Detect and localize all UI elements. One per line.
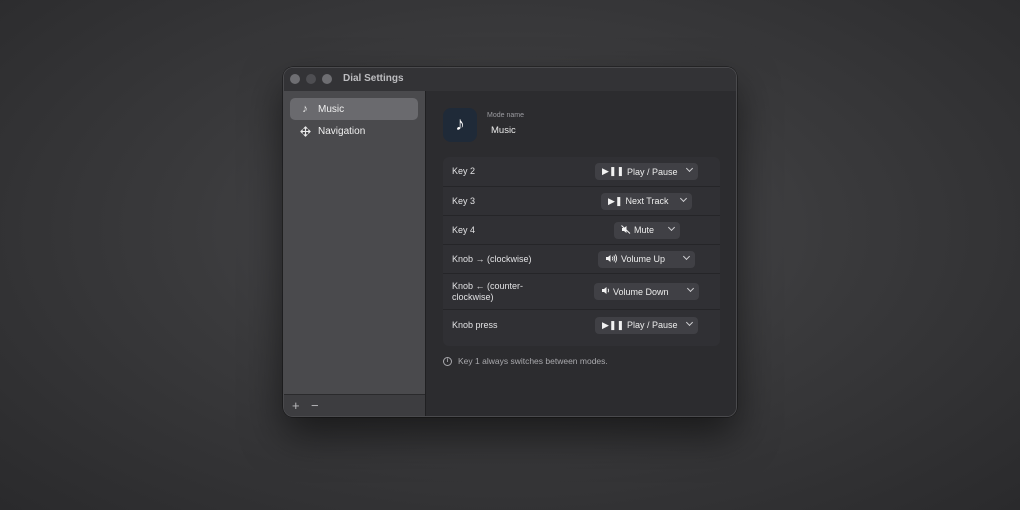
action-label: Mute [634,225,655,235]
sidebar-item-label: Music [318,103,345,115]
input-label: Knob ← (counter-clockwise) [452,280,524,302]
table-row: Knob → (clockwise) Volume Up [443,245,720,274]
action-dropdown[interactable]: ▶❚❚ Play / Pause [595,316,698,334]
action-label: Play / Pause [627,320,678,330]
table-row: Knob press ▶❚❚ Play / Pause [443,310,720,340]
footnote: i Key 1 always switches between modes. [443,356,608,366]
action-label: Volume Down [613,286,669,297]
table-row: Knob ← (counter-clockwise) Volume Down [443,274,720,310]
remove-mode-button[interactable]: − [311,398,319,413]
volume-down-icon [601,286,610,297]
action-dropdown[interactable]: Mute [614,221,680,239]
mappings-table: Key 2 ▶❚❚ Play / Pause Key 3 ▶❚ Next Tra… [443,157,720,346]
chevron-down-icon [682,252,691,260]
input-label: Knob → (clockwise) [452,253,532,264]
chevron-down-icon [686,284,695,293]
minimize-window-button[interactable] [306,74,316,84]
chevron-down-icon [685,318,694,326]
chevron-down-icon [685,164,694,173]
footnote-text: Key 1 always switches between modes. [458,356,608,366]
sidebar-item-music[interactable]: ♪ Music [290,98,418,120]
sidebar-item-label: Navigation [318,125,366,137]
mute-icon [621,224,631,236]
add-mode-button[interactable]: + [292,398,300,413]
next-track-icon: ▶❚ [608,195,623,206]
table-row: Key 3 ▶❚ Next Track [443,187,720,216]
window-title: Dial Settings [343,73,404,84]
action-label: Play / Pause [627,166,678,177]
chevron-down-icon [667,223,676,231]
sidebar-footer: + − [284,394,425,416]
play-pause-icon: ▶❚❚ [602,166,625,176]
action-dropdown[interactable]: Volume Up [598,250,695,268]
info-icon: i [443,356,452,366]
input-label: Key 4 [452,224,476,235]
input-label: Knob press [452,319,498,330]
sidebar-item-navigation[interactable]: Navigation [290,120,418,142]
music-note-icon[interactable]: ♪ [443,108,477,142]
chevron-down-icon [679,194,688,202]
action-dropdown[interactable]: ▶❚❚ Play / Pause [595,163,698,180]
action-dropdown[interactable]: ▶❚ Next Track [601,192,692,210]
action-label: Volume Up [621,254,666,264]
play-pause-icon: ▶❚❚ [602,319,625,330]
music-note-icon: ♪ [302,103,308,115]
table-row: Key 4 Mute [443,216,720,245]
mode-name-label: Mode name [487,112,524,119]
move-arrows-icon [299,125,311,137]
volume-up-icon [605,253,618,265]
close-window-button[interactable] [290,74,300,84]
action-label: Next Track [625,196,669,206]
input-label: Key 2 [452,166,476,176]
sidebar: ♪ Music Navigation + − [284,91,426,416]
main-panel: ♪ Mode name Music Key 2 ▶❚❚ Play / Pause… [426,91,736,416]
input-label: Key 3 [452,195,476,206]
zoom-window-button[interactable] [322,74,332,84]
mode-name-field[interactable]: Music [491,125,516,136]
table-row: Key 2 ▶❚❚ Play / Pause [443,157,720,187]
title-bar: Dial Settings [284,68,736,91]
dial-settings-window: Dial Settings ♪ Music Navigation + − ♪ M… [283,67,737,417]
action-dropdown[interactable]: Volume Down [594,283,699,300]
